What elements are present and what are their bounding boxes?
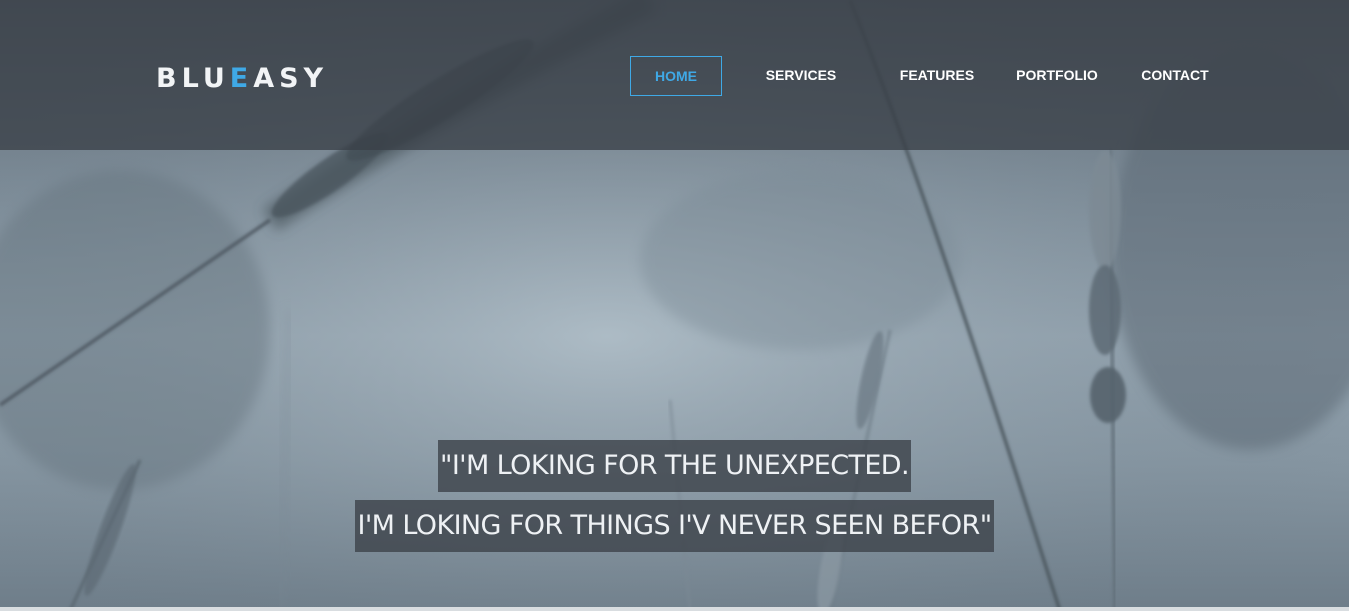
hero-quote-line-1-wrapper: "I'M LOKING FOR THE UNEXPECTED. <box>0 440 1349 492</box>
nav-item-home[interactable]: HOME <box>630 56 722 96</box>
hero-quote-line-1: "I'M LOKING FOR THE UNEXPECTED. <box>438 440 911 492</box>
section-divider <box>0 607 1349 611</box>
hero-quote-line-2: I'M LOKING FOR THINGS I'V NEVER SEEN BEF… <box>355 500 994 552</box>
nav-item-services[interactable]: SERVICES <box>752 56 850 96</box>
nav-item-contact[interactable]: CONTACT <box>1128 56 1222 96</box>
main-navigation: HOME SERVICES FEATURES PORTFOLIO CONTACT <box>0 0 1349 150</box>
nav-item-portfolio[interactable]: PORTFOLIO <box>1008 56 1106 96</box>
site-header: BLUEASY HOME SERVICES FEATURES PORTFOLIO… <box>0 0 1349 150</box>
nav-item-features[interactable]: FEATURES <box>890 56 984 96</box>
page: BLUEASY HOME SERVICES FEATURES PORTFOLIO… <box>0 0 1349 611</box>
hero-quote-line-2-wrapper: I'M LOKING FOR THINGS I'V NEVER SEEN BEF… <box>0 500 1349 552</box>
